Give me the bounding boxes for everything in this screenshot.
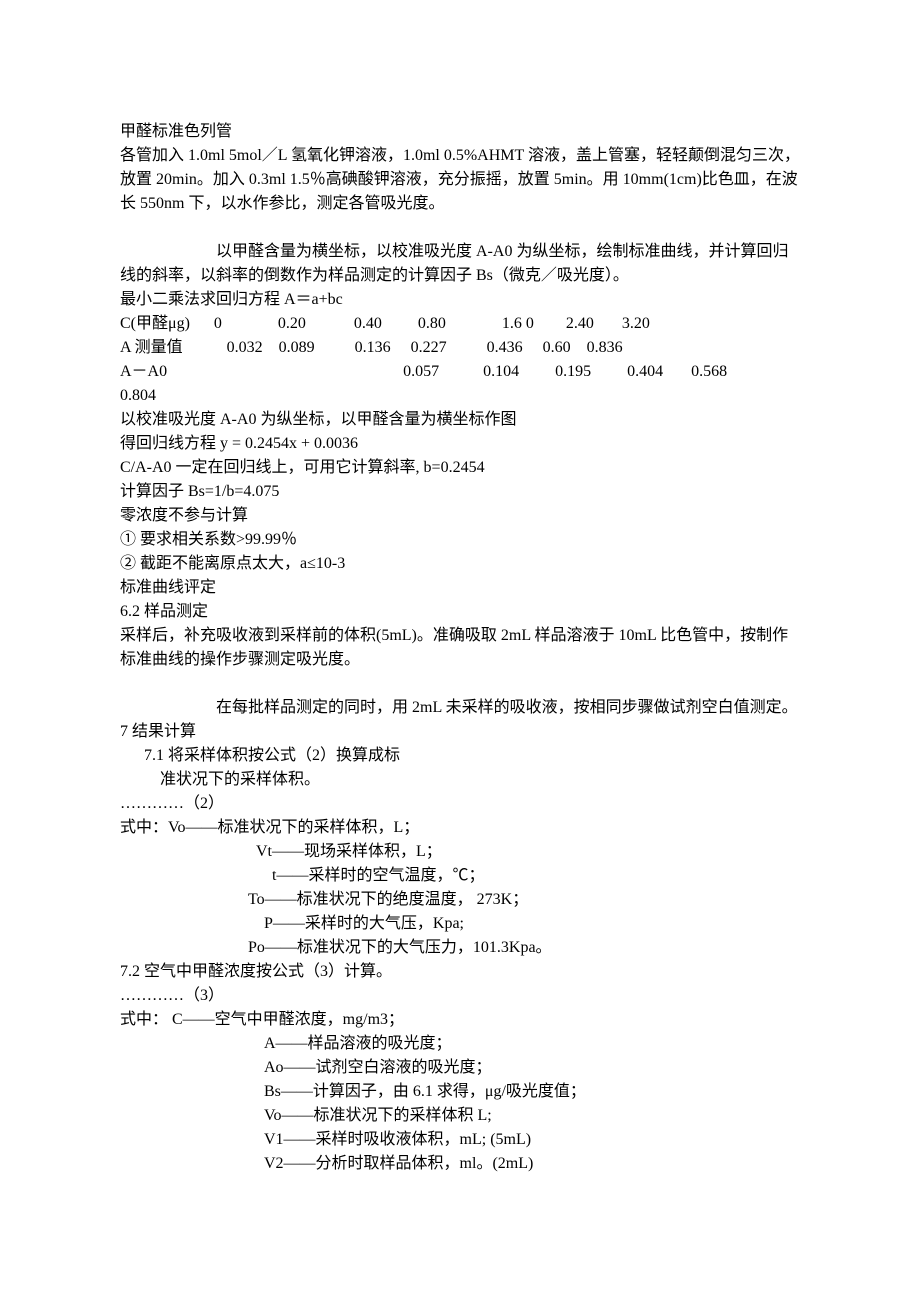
section-7-2: 7.2 空气中甲醛浓度按公式（3）计算。 — [120, 960, 800, 984]
blank-line-2 — [120, 672, 800, 696]
def-v2: V2――分析时取样品体积，ml。(2mL) — [120, 1152, 800, 1176]
section-7-1-cont: 准状况下的采样体积。 — [120, 768, 800, 792]
def-vo: Vo――标准状况下的采样体积 L; — [120, 1104, 800, 1128]
calc-factor: 计算因子 Bs=1/b=4.075 — [120, 480, 800, 504]
def-po: Po――标准状况下的大气压力，101.3Kpa。 — [120, 936, 800, 960]
regression-intro: 最小二乘法求回归方程 A＝a+bc — [120, 288, 800, 312]
section-7: 7 结果计算 — [120, 720, 800, 744]
doc-title: 甲醛标准色列管 — [120, 120, 800, 144]
def-a: A――样品溶液的吸光度； — [120, 1032, 800, 1056]
data-table-row-a: A 测量值 0.032 0.089 0.136 0.227 0.436 0.60… — [120, 336, 800, 360]
data-table-row-diff: A－A0 0.057 0.104 0.195 0.404 0.568 — [120, 360, 800, 384]
sample-measure-text: 采样后，补充吸收液到采样前的体积(5mL)。准确吸取 2mL 样品溶液于 10m… — [120, 624, 800, 672]
formula-3-marker: …………（3） — [120, 984, 800, 1008]
def-to: To――标准状况下的绝度温度， 273K； — [120, 888, 800, 912]
blank-line — [120, 216, 800, 240]
slope-note: C/A-A0 一定在回归线上，可用它计算斜率, b=0.2454 — [120, 456, 800, 480]
data-table-row-diff-cont: 0.804 — [120, 384, 800, 408]
data-table-row-c: C(甲醛μg) 0 0.20 0.40 0.80 1.6 0 2.40 3.20 — [120, 312, 800, 336]
zero-note: 零浓度不参与计算 — [120, 504, 800, 528]
def-t: t――采样时的空气温度，℃； — [120, 864, 800, 888]
curve-evaluation: 标准曲线评定 — [120, 576, 800, 600]
formula-2-marker: …………（2） — [120, 792, 800, 816]
formula-2-where: 式中：Vo――标准状况下的采样体积，L； — [120, 816, 800, 840]
def-vt: Vt――现场采样体积，L； — [120, 840, 800, 864]
requirement-2: ② 截距不能离原点太大，a≤10-3 — [120, 552, 800, 576]
section-6-2: 6.2 样品测定 — [120, 600, 800, 624]
formula-3-where: 式中： C――空气中甲醛浓度，mg/m3； — [120, 1008, 800, 1032]
def-bs: Bs――计算因子，由 6.1 求得，μg/吸光度值； — [120, 1080, 800, 1104]
regression-equation: 得回归线方程 y = 0.2454x + 0.0036 — [120, 432, 800, 456]
plot-description: 以校准吸光度 A-A0 为纵坐标，以甲醛含量为横坐标作图 — [120, 408, 800, 432]
procedure-text-1: 各管加入 1.0ml 5mol／L 氢氧化钾溶液，1.0ml 0.5%AHMT … — [120, 144, 800, 216]
section-7-1: 7.1 将采样体积按公式（2）换算成标 — [120, 744, 800, 768]
def-v1: V1――采样时吸收液体积，mL; (5mL) — [120, 1128, 800, 1152]
requirement-1: ① 要求相关系数>99.99％ — [120, 528, 800, 552]
def-ao: Ao――试剂空白溶液的吸光度； — [120, 1056, 800, 1080]
procedure-text-2: 以甲醛含量为横坐标，以校准吸光度 A-A0 为纵坐标，绘制标准曲线，并计算回归线… — [120, 240, 800, 288]
blank-test-note: 在每批样品测定的同时，用 2mL 未采样的吸收液，按相同步骤做试剂空白值测定。 — [120, 696, 800, 720]
def-p: P――采样时的大气压，Kpa; — [120, 912, 800, 936]
